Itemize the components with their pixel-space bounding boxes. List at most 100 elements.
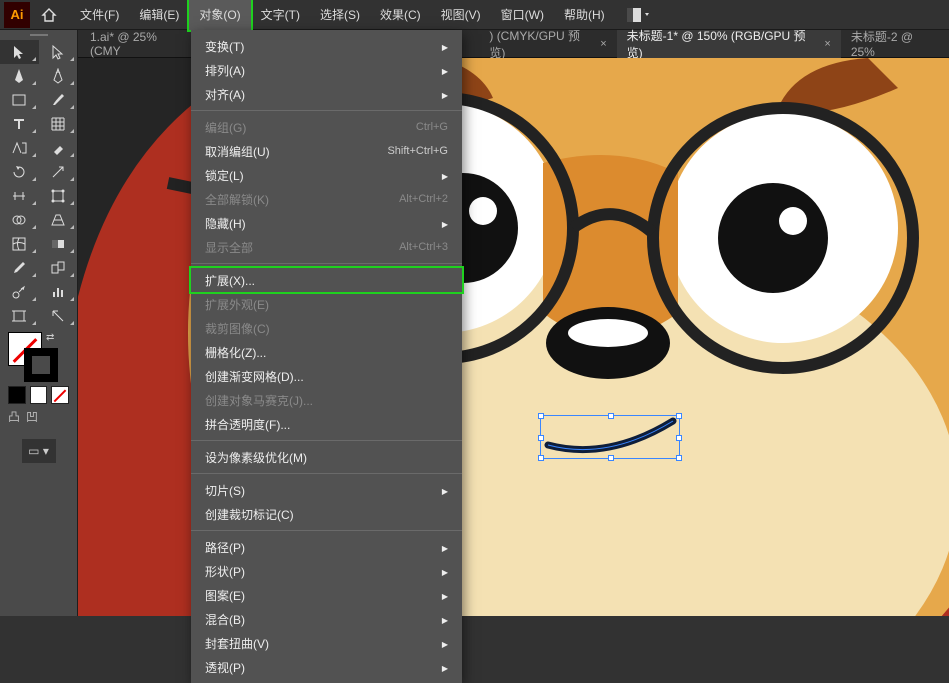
sel-handle-w[interactable] [538, 435, 544, 441]
menu-item[interactable]: 图案(E) [191, 583, 462, 607]
document-tab[interactable]: 1.ai* @ 25% (CMY [80, 30, 199, 58]
tool-symbol-sprayer[interactable] [0, 280, 39, 304]
color-mode-row [0, 384, 77, 406]
submenu-arrow-icon [442, 540, 448, 554]
tool-free-transform[interactable] [39, 184, 78, 208]
menu-item-label: 扩展外观(E) [205, 296, 269, 313]
menu-type[interactable]: 文字(T) [251, 0, 310, 30]
menu-effect[interactable]: 效果(C) [370, 0, 431, 30]
draw-behind-icon[interactable]: 凹 [26, 408, 38, 425]
fill-stroke-swatch[interactable]: ⇄ [0, 328, 77, 384]
color-chip-black[interactable] [8, 386, 26, 404]
sel-handle-sw[interactable] [538, 455, 544, 461]
tool-curvature[interactable] [39, 64, 78, 88]
menu-item-label: 全部解锁(K) [205, 191, 269, 208]
menu-file[interactable]: 文件(F) [70, 0, 129, 30]
tool-rectangle[interactable] [0, 88, 39, 112]
tool-gradient[interactable] [39, 232, 78, 256]
menu-item[interactable]: 创建裁切标记(C) [191, 502, 462, 526]
sel-handle-se[interactable] [676, 455, 682, 461]
menu-item-label: 编组(G) [205, 119, 246, 136]
tool-column-graph[interactable] [39, 280, 78, 304]
menu-item-label: 对齐(A) [205, 86, 245, 103]
tool-rotate[interactable] [0, 160, 39, 184]
close-icon[interactable]: × [600, 38, 606, 50]
menu-item[interactable]: 形状(P) [191, 559, 462, 583]
tool-type[interactable] [0, 112, 39, 136]
menu-item[interactable]: 扩展(X)... [191, 268, 462, 292]
tool-paintbrush[interactable] [39, 88, 78, 112]
tool-pen[interactable] [0, 64, 39, 88]
stroke-swatch[interactable] [24, 348, 58, 382]
tool-slice[interactable] [39, 304, 78, 328]
menu-separator [191, 110, 462, 111]
menu-view[interactable]: 视图(V) [431, 0, 491, 30]
tool-eyedropper[interactable] [0, 256, 39, 280]
submenu-arrow-icon [442, 588, 448, 602]
tool-blend[interactable] [39, 256, 78, 280]
submenu-arrow-icon [442, 636, 448, 650]
sel-handle-e[interactable] [676, 435, 682, 441]
tool-shape-builder[interactable] [0, 208, 39, 232]
tool-selection[interactable] [0, 40, 39, 64]
tool-shaper[interactable] [0, 136, 39, 160]
menu-object[interactable]: 对象(O) [189, 0, 250, 30]
menu-item[interactable]: 隐藏(H) [191, 211, 462, 235]
menu-item[interactable]: 路径(P) [191, 535, 462, 559]
menu-item[interactable]: 对齐(A) [191, 82, 462, 106]
menu-item[interactable]: 变换(T) [191, 34, 462, 58]
menu-item-label: 形状(P) [205, 563, 245, 580]
menu-item[interactable]: 切片(S) [191, 478, 462, 502]
sel-handle-nw[interactable] [538, 413, 544, 419]
tool-grid[interactable] [39, 112, 78, 136]
menu-item[interactable]: 栅格化(Z)... [191, 340, 462, 364]
menu-item[interactable]: 取消编组(U)Shift+Ctrl+G [191, 139, 462, 163]
tool-direct-selection[interactable] [39, 40, 78, 64]
sel-handle-s[interactable] [608, 455, 614, 461]
tool-width[interactable] [0, 184, 39, 208]
menu-help[interactable]: 帮助(H) [554, 0, 615, 30]
menu-item[interactable]: 封套扭曲(V) [191, 631, 462, 655]
panel-grip[interactable] [0, 30, 77, 40]
screen-mode-button[interactable]: ▭ ▾ [22, 439, 56, 463]
close-icon[interactable]: × [824, 38, 830, 50]
menu-item[interactable]: 设为像素级优化(M) [191, 445, 462, 469]
menu-item[interactable]: 创建渐变网格(D)... [191, 364, 462, 388]
menu-item[interactable]: 排列(A) [191, 58, 462, 82]
selection-bounding-box[interactable] [540, 415, 680, 459]
tool-scale[interactable] [39, 160, 78, 184]
swap-fill-stroke-icon[interactable]: ⇄ [46, 332, 54, 343]
color-chip-none[interactable] [51, 386, 69, 404]
menu-shortcut: Alt+Ctrl+2 [399, 193, 448, 205]
menu-select[interactable]: 选择(S) [310, 0, 370, 30]
tool-eraser[interactable] [39, 136, 78, 160]
submenu-arrow-icon [442, 660, 448, 674]
menu-edit[interactable]: 编辑(E) [129, 0, 189, 30]
tool-mesh[interactable] [0, 232, 39, 256]
sel-handle-ne[interactable] [676, 413, 682, 419]
sel-handle-n[interactable] [608, 413, 614, 419]
menu-item-label: 图案(E) [205, 587, 245, 604]
color-chip-white[interactable] [30, 386, 48, 404]
document-tab[interactable]: ) (CMYK/GPU 预览) × [479, 30, 616, 58]
arrange-documents-icon[interactable] [627, 8, 649, 22]
menu-item-label: 裁剪图像(C) [205, 320, 270, 337]
menu-item[interactable]: 锁定(L) [191, 163, 462, 187]
menu-shortcut: Shift+Ctrl+G [387, 145, 448, 157]
document-tab[interactable]: 未标题-2 @ 25% [841, 30, 949, 58]
draw-normal-icon[interactable]: 凸 [8, 408, 20, 425]
menu-window[interactable]: 窗口(W) [491, 0, 554, 30]
menu-item[interactable]: 混合(B) [191, 607, 462, 631]
document-tab[interactable]: 未标题-1* @ 150% (RGB/GPU 预览) × [617, 30, 841, 58]
submenu-arrow-icon [442, 63, 448, 77]
tool-perspective[interactable] [39, 208, 78, 232]
menu-item-label: 设为像素级优化(M) [205, 449, 307, 466]
document-tabbar: 1.ai* @ 25% (CMY ) (CMYK/GPU 预览) × 未标题-1… [0, 30, 949, 58]
menu-item[interactable]: 透视(P) [191, 655, 462, 679]
tool-artboard[interactable] [0, 304, 39, 328]
submenu-arrow-icon [442, 612, 448, 626]
home-icon[interactable] [36, 7, 62, 23]
menu-item[interactable]: 拼合透明度(F)... [191, 412, 462, 436]
menu-item-label: 封套扭曲(V) [205, 635, 269, 652]
menu-item-label: 栅格化(Z)... [205, 344, 266, 361]
